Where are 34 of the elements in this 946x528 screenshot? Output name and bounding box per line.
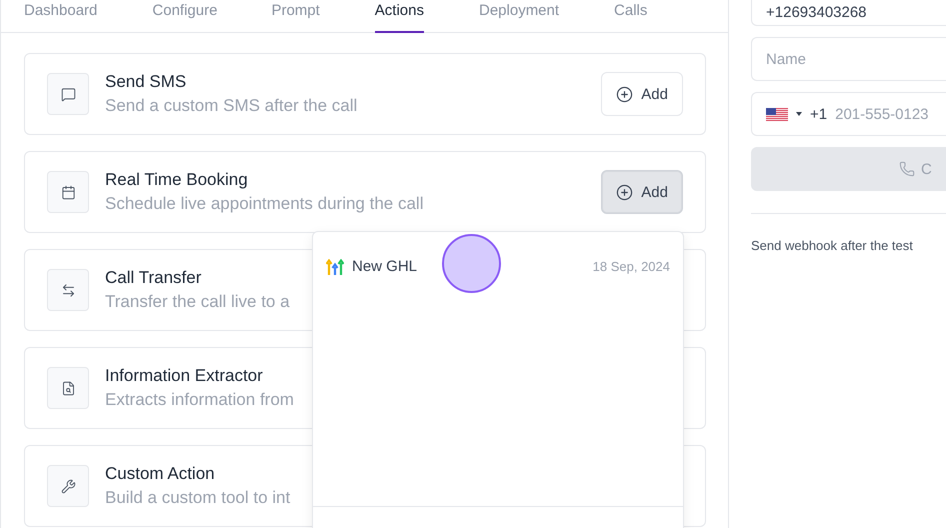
add-icon <box>616 184 634 200</box>
action-description: Extracts information from <box>105 390 295 410</box>
action-description: Build a custom tool to int <box>105 488 292 508</box>
action-title: Call Transfer <box>105 268 202 288</box>
add-button[interactable]: Add <box>601 72 683 116</box>
arrows-icon <box>60 282 76 298</box>
phone-field[interactable]: +1 201-555-0123 <box>751 92 946 136</box>
add-button[interactable]: Add <box>601 170 683 214</box>
action-description: Schedule live appointments during the call <box>105 194 424 214</box>
webhook-label: Send webhook after the test <box>751 238 914 253</box>
file-search-icon <box>60 380 76 396</box>
caret-icon <box>796 112 802 116</box>
from-number-input[interactable]: +12693403268 <box>766 4 896 21</box>
us-flag-icon <box>766 108 788 120</box>
integration-date: 18 Sep, 2024 <box>592 259 670 274</box>
action-title: Real Time Booking <box>105 170 249 190</box>
name-field[interactable]: Name <box>751 37 946 81</box>
action-title: Custom Action <box>105 464 216 484</box>
name-input[interactable]: Name <box>766 50 896 68</box>
message-icon <box>60 86 76 102</box>
action-description: Send a custom SMS after the call <box>105 96 358 116</box>
integration-name[interactable]: New GHL <box>352 258 585 275</box>
phone-icon <box>899 161 915 177</box>
action-description: Transfer the call live to a <box>105 292 291 312</box>
action-title: Send SMS <box>105 72 188 92</box>
arrows-logo-icon <box>326 258 344 274</box>
action-title: Information Extractor <box>105 366 264 386</box>
add-icon <box>616 86 634 102</box>
phone-input[interactable]: 201-555-0123 <box>835 106 946 122</box>
calendar-icon <box>60 184 76 200</box>
tab[interactable]: Actions <box>374 0 424 33</box>
wrench-icon <box>60 478 76 494</box>
country-code: +1 <box>810 106 828 122</box>
from-number-field[interactable]: +12693403268 <box>751 0 946 26</box>
